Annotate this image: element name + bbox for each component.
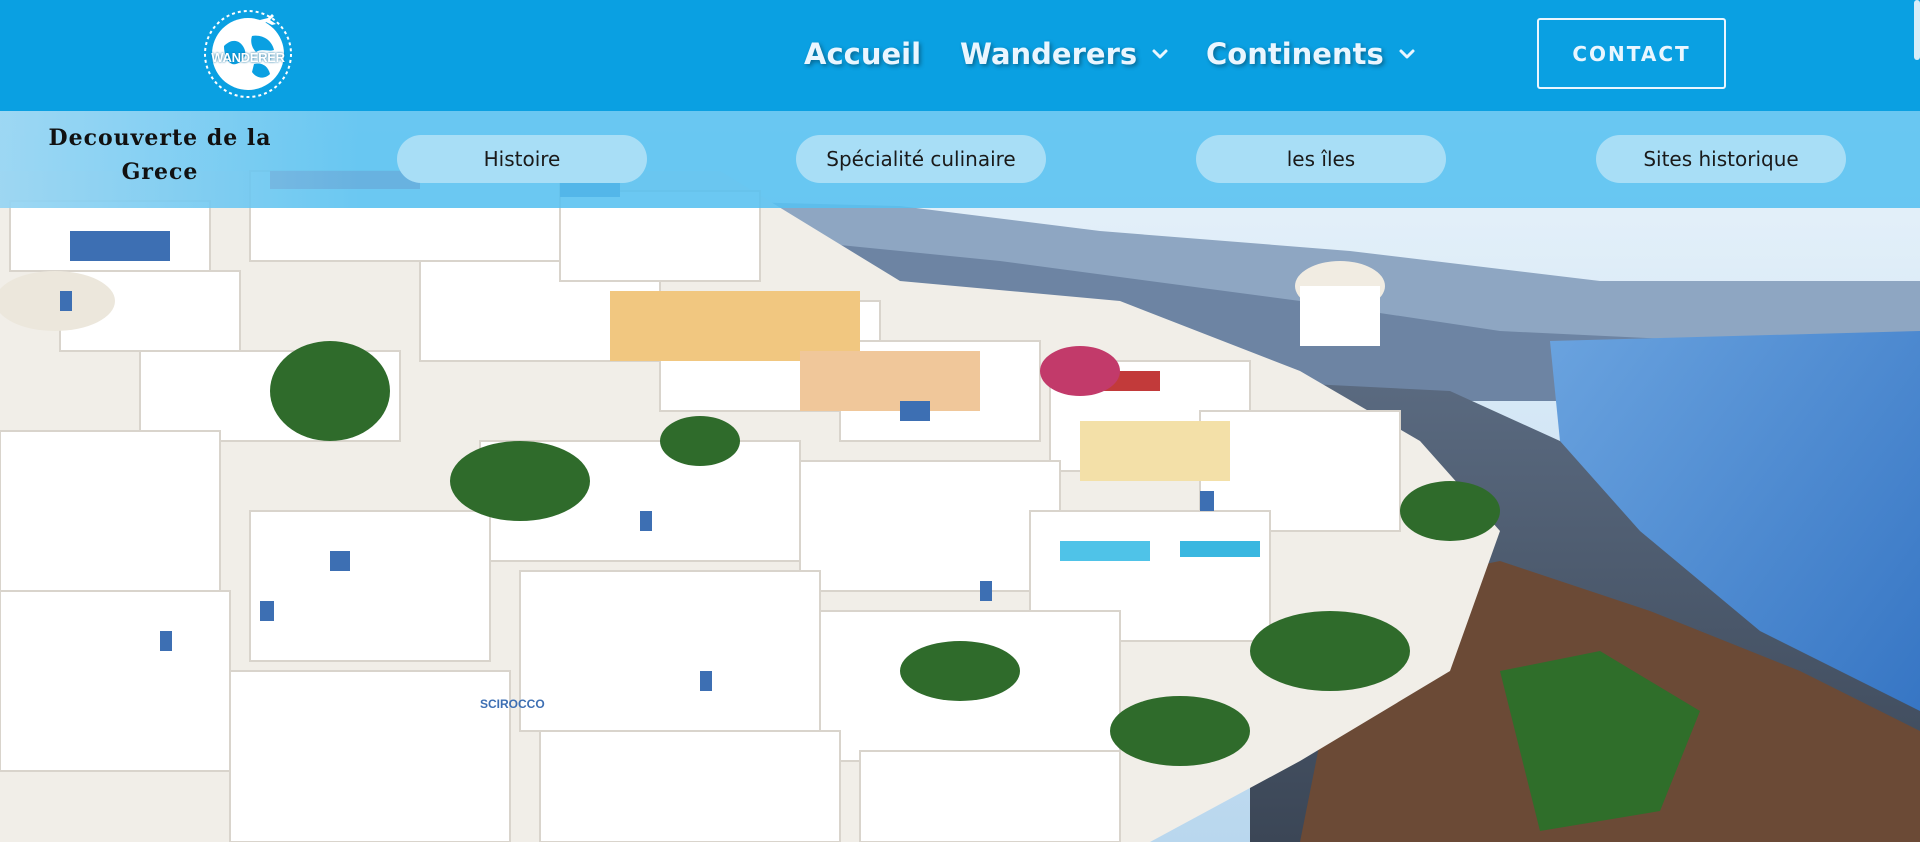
chevron-down-icon: [1151, 45, 1169, 63]
chevron-down-icon: [1398, 45, 1416, 63]
scrollbar-thumb[interactable]: [1914, 0, 1920, 60]
nav-wanderers[interactable]: Wanderers: [960, 34, 1169, 74]
logo-text: WANDERER: [211, 50, 285, 65]
top-navigation-bar: WANDERER Accueil Wanderers Continents CO…: [0, 0, 1920, 111]
page: SCIROCCO WANDERER Accueil Wanderers Cont…: [0, 0, 1920, 842]
subnav-specialite-culinaire-button[interactable]: Spécialité culinaire: [796, 135, 1046, 183]
contact-button[interactable]: CONTACT: [1537, 18, 1726, 89]
subnav-histoire-button[interactable]: Histoire: [397, 135, 647, 183]
nav-continents[interactable]: Continents: [1206, 34, 1416, 74]
nav-accueil-label: Accueil: [804, 37, 922, 71]
nav-continents-label: Continents: [1206, 37, 1384, 71]
scirocco-sign: SCIROCCO: [480, 697, 545, 711]
subnav-sites-historique-button[interactable]: Sites historique: [1596, 135, 1846, 183]
hero-image: SCIROCCO: [0, 111, 1920, 842]
wanderer-logo[interactable]: WANDERER: [202, 8, 294, 100]
page-title: Decouverte de la Grece: [48, 125, 272, 185]
santorini-photo: SCIROCCO: [0, 111, 1920, 842]
nav-accueil[interactable]: Accueil: [804, 34, 921, 74]
nav-wanderers-label: Wanderers: [960, 37, 1138, 71]
subnav-les-iles-button[interactable]: les îles: [1196, 135, 1446, 183]
